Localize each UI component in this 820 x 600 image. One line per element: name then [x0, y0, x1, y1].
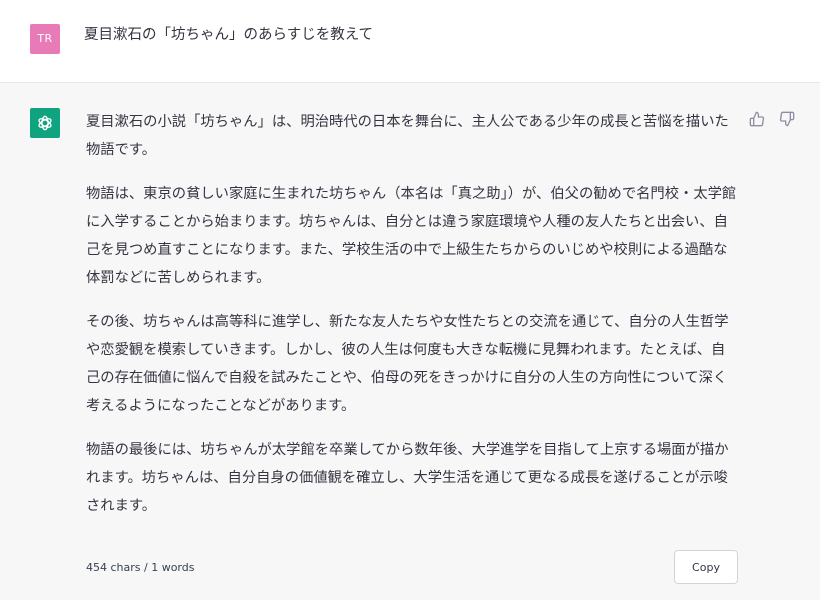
- user-message-text: 夏目漱石の「坊ちゃん」のあらすじを教えて: [84, 27, 373, 43]
- answer-paragraph: 夏目漱石の小説「坊ちゃん」は、明治時代の日本を舞台に、主人公である少年の成長と苦…: [86, 114, 729, 158]
- feedback-buttons: [748, 110, 796, 128]
- copy-button[interactable]: Copy: [674, 550, 738, 584]
- assistant-answer: 夏目漱石の小説「坊ちゃん」は、明治時代の日本を舞台に、主人公である少年の成長と苦…: [86, 108, 738, 536]
- answer-paragraph: 物語は、東京の貧しい家庭に生まれた坊ちゃん（本名は「真之助」）が、伯父の勧めで名…: [86, 186, 737, 286]
- thumbs-up-icon[interactable]: [748, 110, 766, 128]
- user-avatar: TR: [30, 24, 60, 54]
- user-message-row: TR 夏目漱石の「坊ちゃん」のあらすじを教えて: [0, 0, 820, 83]
- thumbs-down-icon[interactable]: [778, 110, 796, 128]
- answer-paragraph: 物語の最後には、坊ちゃんが太学館を卒業してから数年後、大学進学を目指して上京する…: [86, 442, 729, 514]
- chatgpt-logo-icon: [30, 108, 60, 138]
- char-word-count: 454 chars / 1 words: [86, 561, 195, 574]
- assistant-message-row: 夏目漱石の小説「坊ちゃん」は、明治時代の日本を舞台に、主人公である少年の成長と苦…: [0, 83, 820, 600]
- answer-paragraph: その後、坊ちゃんは高等科に進学し、新たな友人たちや女性たちとの交流を通じて、自分…: [86, 314, 729, 414]
